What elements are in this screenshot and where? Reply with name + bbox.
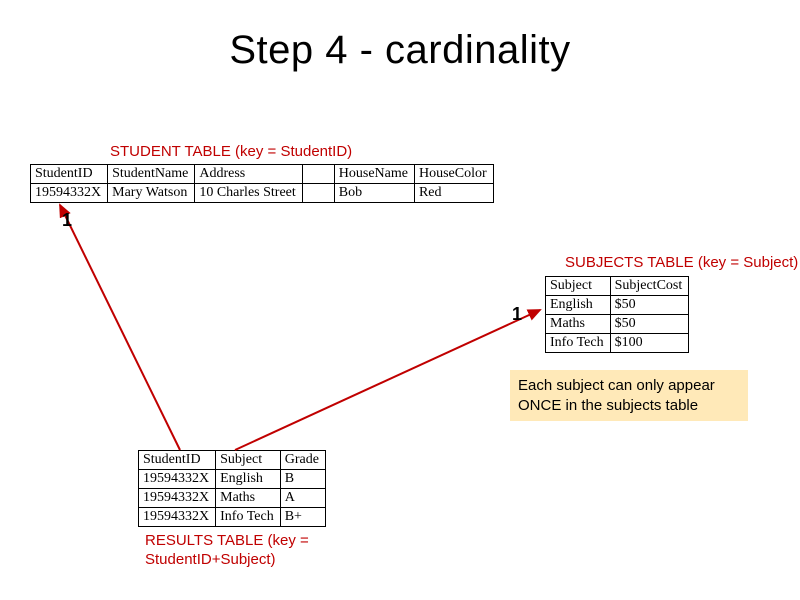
cell: B+ — [280, 508, 325, 527]
col-header: Address — [195, 165, 302, 184]
col-header: HouseName — [334, 165, 414, 184]
table-row: Maths $50 — [546, 315, 689, 334]
col-header: Subject — [546, 277, 611, 296]
table-row: 19594332X Info Tech B+ — [139, 508, 326, 527]
cell: Maths — [546, 315, 611, 334]
cardinality-marker: 1 — [62, 210, 72, 231]
col-header: HouseColor — [414, 165, 493, 184]
cell-blank — [302, 184, 334, 203]
table-row: 19594332X Mary Watson 10 Charles Street … — [31, 184, 494, 203]
col-header-blank — [302, 165, 334, 184]
slide: Step 4 - cardinality STUDENT TABLE (key … — [0, 0, 800, 600]
table-row: 19594332X English B — [139, 470, 326, 489]
table-row: StudentID StudentName Address HouseName … — [31, 165, 494, 184]
cell: Red — [414, 184, 493, 203]
cell: B — [280, 470, 325, 489]
cell: English — [216, 470, 281, 489]
cell: Bob — [334, 184, 414, 203]
table-row: Subject SubjectCost — [546, 277, 689, 296]
cell: $100 — [610, 334, 689, 353]
table-row: 19594332X Maths A — [139, 489, 326, 508]
cell: 10 Charles Street — [195, 184, 302, 203]
col-header: SubjectCost — [610, 277, 689, 296]
col-header: StudentID — [139, 451, 216, 470]
col-header: Subject — [216, 451, 281, 470]
subjects-table-label: SUBJECTS TABLE (key = Subject) — [565, 254, 798, 271]
page-title: Step 4 - cardinality — [0, 28, 800, 73]
cell: Mary Watson — [108, 184, 195, 203]
annotation-note: Each subject can only appear ONCE in the… — [510, 370, 748, 421]
table-row: StudentID Subject Grade — [139, 451, 326, 470]
results-table-label: RESULTS TABLE (key = StudentID+Subject) — [145, 532, 375, 570]
cell: Maths — [216, 489, 281, 508]
cell: English — [546, 296, 611, 315]
student-table: StudentID StudentName Address HouseName … — [30, 164, 494, 203]
table-row: Info Tech $100 — [546, 334, 689, 353]
cell: Info Tech — [546, 334, 611, 353]
cell: 19594332X — [139, 470, 216, 489]
col-header: Grade — [280, 451, 325, 470]
subjects-table: Subject SubjectCost English $50 Maths $5… — [545, 276, 689, 353]
cardinality-marker: 1 — [512, 304, 522, 325]
cell: 19594332X — [139, 489, 216, 508]
cell: A — [280, 489, 325, 508]
cell: $50 — [610, 315, 689, 334]
cell: Info Tech — [216, 508, 281, 527]
col-header: StudentID — [31, 165, 108, 184]
table-row: English $50 — [546, 296, 689, 315]
cell: 19594332X — [31, 184, 108, 203]
results-table: StudentID Subject Grade 19594332X Englis… — [138, 450, 326, 527]
student-table-label: STUDENT TABLE (key = StudentID) — [110, 143, 352, 160]
col-header: StudentName — [108, 165, 195, 184]
cell: $50 — [610, 296, 689, 315]
cell: 19594332X — [139, 508, 216, 527]
